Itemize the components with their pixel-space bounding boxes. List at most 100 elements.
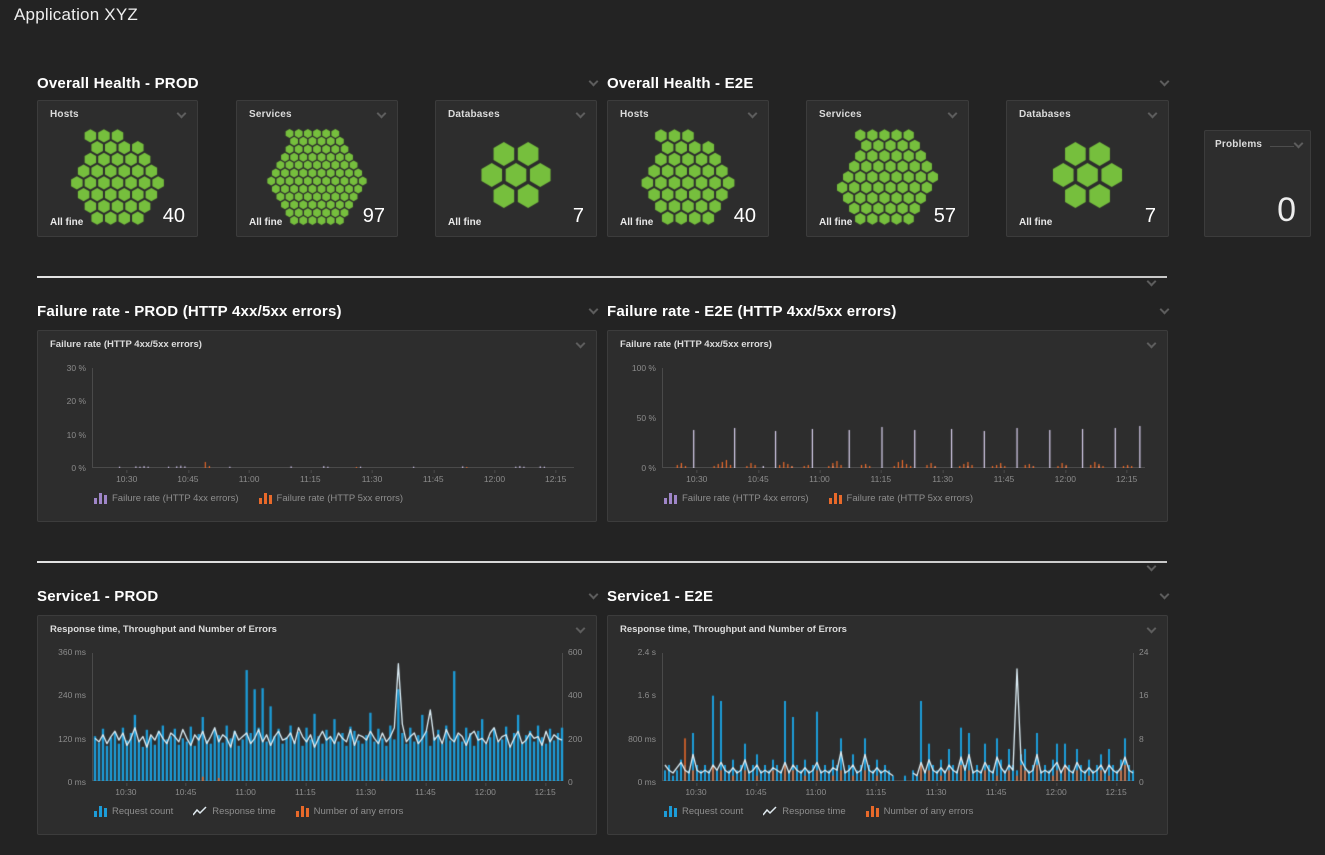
failure-rate-chart-prod[interactable]: [93, 368, 575, 468]
x-axis-label: 10:45: [747, 474, 768, 484]
status-label: All fine: [50, 217, 83, 228]
chart-legend: Failure rate (HTTP 4xx errors) Failure r…: [94, 493, 403, 504]
tile-problems[interactable]: Problems 0: [1204, 130, 1311, 237]
chart-tile-service-e2e[interactable]: Response time, Throughput and Number of …: [607, 615, 1168, 835]
chart-title: Response time, Throughput and Number of …: [620, 624, 847, 635]
chart-tile-failure-prod[interactable]: Failure rate (HTTP 4xx/5xx errors) 30 %2…: [37, 330, 597, 522]
chevron-down-icon[interactable]: [748, 108, 758, 118]
section-header-health-e2e: Overall Health - E2E: [607, 72, 1168, 94]
service-chart-e2e[interactable]: [663, 653, 1135, 781]
entity-count: 57: [934, 205, 956, 228]
chart-legend: Failure rate (HTTP 4xx errors) Failure r…: [664, 493, 973, 504]
tile-hosts-prod[interactable]: Hosts All fine 40: [37, 100, 198, 237]
x-axis-label: 12:15: [1116, 474, 1137, 484]
tile-title: Hosts: [50, 109, 79, 120]
tile-databases-prod[interactable]: Databases All fine7: [435, 100, 597, 237]
status-label: All fine: [448, 217, 481, 228]
x-axis-label: 11:30: [355, 787, 376, 797]
failure-rate-chart-e2e[interactable]: [663, 368, 1146, 468]
legend-item-4xx[interactable]: Failure rate (HTTP 4xx errors): [94, 493, 239, 504]
chevron-down-icon[interactable]: [576, 623, 586, 633]
bar-chart-icon: [866, 806, 879, 817]
plot-area[interactable]: [662, 368, 1145, 468]
chevron-down-icon[interactable]: [177, 108, 187, 118]
entity-count: 7: [573, 205, 584, 228]
y-axis-left: 360 ms240 ms120 ms0 ms: [44, 647, 86, 787]
x-axis-label: 10:45: [175, 787, 196, 797]
chevron-down-icon[interactable]: [1160, 590, 1170, 600]
x-axis-label: 10:45: [177, 474, 198, 484]
x-axis-label: 10:30: [115, 787, 136, 797]
bar-chart-icon: [296, 806, 309, 817]
x-axis-label: 11:45: [986, 787, 1007, 797]
chart-tile-service-prod[interactable]: Response time, Throughput and Number of …: [37, 615, 597, 835]
plot-area[interactable]: [92, 368, 574, 468]
legend-item-4xx[interactable]: Failure rate (HTTP 4xx errors): [664, 493, 809, 504]
x-axis: 10:3010:4511:0011:1511:3011:4512:0012:15: [662, 784, 1134, 796]
x-axis: 10:3010:4511:0011:1511:3011:4512:0012:15: [92, 471, 574, 483]
chevron-down-icon[interactable]: [1147, 338, 1157, 348]
bar-chart-icon: [664, 493, 677, 504]
chevron-down-icon[interactable]: [377, 108, 387, 118]
plot-area[interactable]: [92, 653, 563, 781]
tile-databases-e2e[interactable]: Databases All fine7: [1006, 100, 1169, 237]
chevron-down-icon[interactable]: [576, 108, 586, 118]
service-chart-prod[interactable]: [93, 653, 564, 781]
x-axis-label: 11:45: [994, 474, 1015, 484]
x-axis-label: 12:15: [1105, 787, 1126, 797]
x-axis-label: 11:00: [806, 787, 827, 797]
chevron-down-icon[interactable]: [589, 590, 599, 600]
chevron-down-icon[interactable]: [1294, 138, 1304, 148]
chevron-down-icon[interactable]: [948, 108, 958, 118]
line-chart-icon: [763, 806, 777, 817]
legend-item-errors[interactable]: Number of any errors: [296, 806, 404, 817]
tile-services-prod[interactable]: Services All fine97: [236, 100, 398, 237]
section-title: Overall Health - PROD: [37, 75, 199, 92]
x-axis-label: 11:15: [295, 787, 316, 797]
tile-title: Services: [819, 109, 862, 120]
y-axis-left: 2.4 s1.6 s800 ms0 ms: [614, 647, 656, 787]
entity-count: 7: [1145, 205, 1156, 228]
section-header-failure-prod: Failure rate - PROD (HTTP 4xx/5xx errors…: [37, 300, 597, 322]
entity-count: 40: [163, 205, 185, 228]
chevron-down-icon[interactable]: [589, 77, 599, 87]
tile-services-e2e[interactable]: Services All fine57: [806, 100, 969, 237]
legend-item-5xx[interactable]: Failure rate (HTTP 5xx errors): [829, 493, 974, 504]
legend-item-request-count[interactable]: Request count: [664, 806, 743, 817]
legend-item-errors[interactable]: Number of any errors: [866, 806, 974, 817]
tile-hosts-e2e[interactable]: Hosts All fine 40: [607, 100, 769, 237]
x-axis-label: 11:00: [239, 474, 260, 484]
chart-title: Failure rate (HTTP 4xx/5xx errors): [620, 339, 772, 350]
x-axis-label: 12:00: [475, 787, 496, 797]
x-axis-label: 12:00: [1045, 787, 1066, 797]
legend-item-response-time[interactable]: Response time: [193, 806, 275, 817]
status-label: All fine: [620, 217, 653, 228]
tile-title: Services: [249, 109, 292, 120]
x-axis-label: 11:15: [300, 474, 321, 484]
chevron-down-icon[interactable]: [1160, 305, 1170, 315]
chevron-down-icon[interactable]: [1147, 623, 1157, 633]
dashboard: Application XYZ Overall Health - PROD Ov…: [0, 0, 1325, 855]
chart-legend: Request count Response time Number of an…: [94, 806, 403, 817]
x-axis-label: 11:45: [415, 787, 436, 797]
legend-item-request-count[interactable]: Request count: [94, 806, 173, 817]
section-title: Failure rate - PROD (HTTP 4xx/5xx errors…: [37, 303, 342, 320]
line-chart-icon: [193, 806, 207, 817]
chevron-down-icon[interactable]: [1147, 277, 1157, 287]
chevron-down-icon[interactable]: [1148, 108, 1158, 118]
plot-area[interactable]: [662, 653, 1134, 781]
legend-item-5xx[interactable]: Failure rate (HTTP 5xx errors): [259, 493, 404, 504]
chevron-down-icon[interactable]: [576, 338, 586, 348]
chevron-down-icon[interactable]: [1160, 77, 1170, 87]
tile-title: Hosts: [620, 109, 649, 120]
section-divider: [37, 276, 1167, 278]
legend-item-response-time[interactable]: Response time: [763, 806, 845, 817]
x-axis-label: 11:30: [362, 474, 383, 484]
x-axis-label: 12:15: [534, 787, 555, 797]
section-header-health-prod: Overall Health - PROD: [37, 72, 597, 94]
x-axis-label: 10:45: [745, 787, 766, 797]
chevron-down-icon[interactable]: [1147, 562, 1157, 572]
chart-tile-failure-e2e[interactable]: Failure rate (HTTP 4xx/5xx errors) 100 %…: [607, 330, 1168, 522]
entity-count: 40: [734, 205, 756, 228]
chevron-down-icon[interactable]: [589, 305, 599, 315]
